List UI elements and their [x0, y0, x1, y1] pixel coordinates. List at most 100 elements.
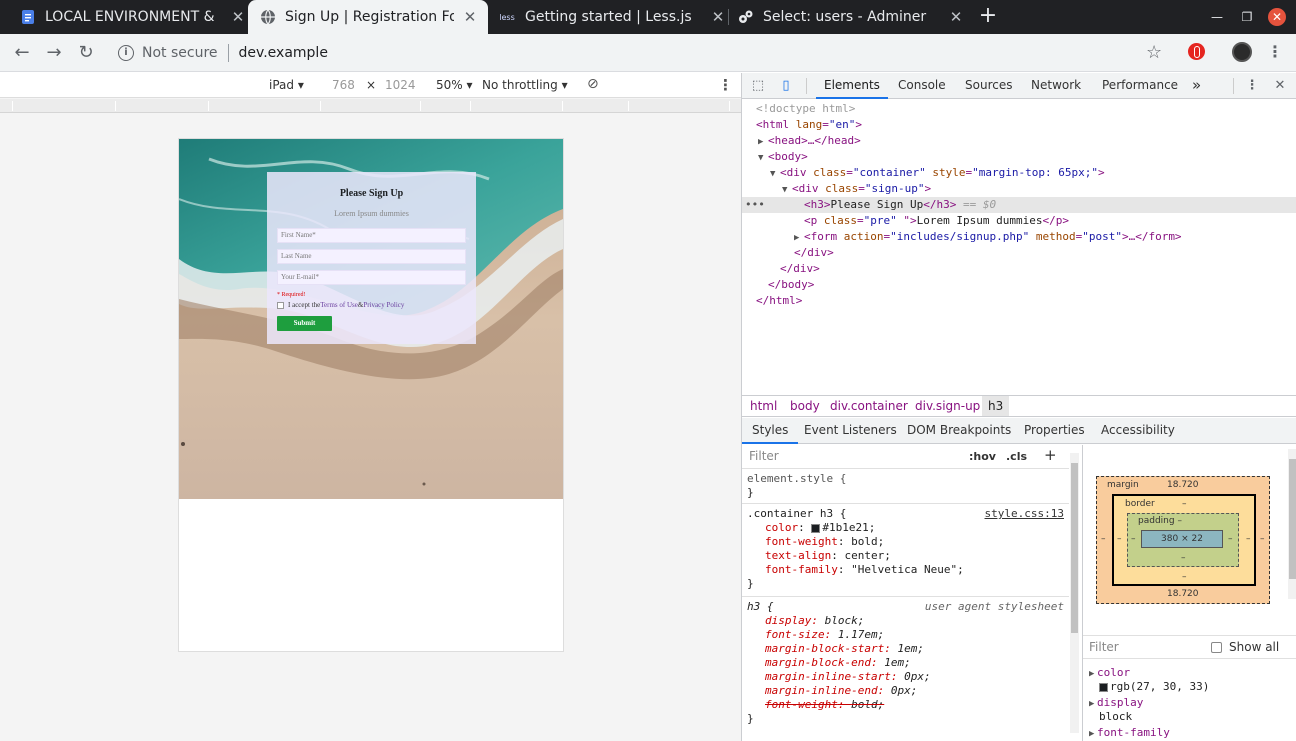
last-name-input[interactable]: Last Name [277, 249, 466, 264]
bookmark-star-icon[interactable]: ☆ [1146, 42, 1162, 63]
profile-avatar[interactable] [1232, 42, 1252, 62]
rule-selector[interactable]: element.style { [747, 472, 846, 486]
crumb-signup[interactable]: div.sign-up [915, 399, 980, 413]
dom-line-body-close[interactable]: </body> [742, 277, 1296, 293]
box-margin[interactable]: margin 18.720 18.720 – – border – – – – … [1096, 476, 1270, 604]
padding-right-value[interactable]: – [1228, 534, 1233, 544]
more-tabs-icon[interactable]: » [1192, 73, 1201, 99]
collapse-arrow-icon[interactable]: ▼ [782, 182, 792, 198]
accept-checkbox[interactable] [277, 301, 284, 309]
box-content-size[interactable]: 380 × 22 [1141, 530, 1223, 548]
rule-prop[interactable]: color: #1b1e21; [765, 521, 875, 535]
terms-link[interactable]: Terms of Use [320, 301, 358, 309]
border-top-value[interactable]: – [1182, 499, 1187, 509]
tab-network[interactable]: Network [1031, 73, 1081, 99]
close-tab-icon[interactable]: ✕ [230, 9, 246, 25]
tab-less[interactable]: less Getting started | Less.js ✕ [498, 0, 726, 34]
tab-elements[interactable]: Elements [816, 73, 888, 99]
dom-line-html[interactable]: <html lang="en"> [742, 117, 1296, 133]
dom-line-h3-selected[interactable]: ••• <h3>Please Sign Up</h3> == $0 [742, 197, 1296, 213]
padding-left-value[interactable]: – [1131, 534, 1136, 544]
expand-arrow-icon[interactable]: ▶ [794, 230, 804, 246]
more-actions-icon[interactable]: ••• [745, 197, 765, 213]
margin-right-value[interactable]: – [1260, 534, 1265, 544]
expand-arrow-icon[interactable]: ▶ [758, 134, 768, 150]
subtab-event-listeners[interactable]: Event Listeners [804, 418, 897, 444]
inspect-element-icon[interactable]: ⬚ [750, 78, 766, 94]
border-bottom-value[interactable]: – [1182, 572, 1187, 582]
tab-console[interactable]: Console [898, 73, 946, 99]
device-menu-icon[interactable]: ⋮ [718, 76, 733, 94]
dom-line-div-close[interactable]: </div> [742, 261, 1296, 277]
browser-menu-icon[interactable]: ⋮ [1265, 42, 1285, 62]
dom-line-html-close[interactable]: </html> [742, 293, 1296, 309]
margin-top-value[interactable]: 18.720 [1167, 480, 1199, 490]
styles-scrollbar[interactable] [1070, 453, 1079, 733]
device-toggle-icon[interactable]: ▯ [778, 78, 794, 94]
dom-line-div-close[interactable]: </div> [742, 245, 1296, 261]
computed-filter-input[interactable]: Filter [1089, 640, 1119, 654]
border-right-value[interactable]: – [1246, 534, 1251, 544]
email-input[interactable]: Your E-mail* [277, 270, 466, 285]
minimize-window-icon[interactable]: — [1208, 8, 1226, 26]
crumb-body[interactable]: body [790, 399, 820, 413]
margin-left-value[interactable]: – [1101, 534, 1106, 544]
collapse-arrow-icon[interactable]: ▼ [758, 150, 768, 166]
computed-prop[interactable]: ▶ display [1089, 696, 1143, 709]
devtools-close-icon[interactable]: ✕ [1272, 78, 1288, 94]
close-tab-icon[interactable]: ✕ [462, 9, 478, 25]
computed-prop[interactable]: ▶ color [1089, 666, 1130, 679]
width-field[interactable]: 768 [332, 78, 355, 92]
boxmodel-scrollbar[interactable] [1288, 449, 1296, 599]
restore-window-icon[interactable]: ❐ [1238, 8, 1256, 26]
back-arrow-icon[interactable]: ← [10, 41, 34, 65]
dom-line-container[interactable]: ▼ <div class="container" style="margin-to… [742, 165, 1296, 181]
rule-prop[interactable]: font-family: "Helvetica Neue"; [765, 563, 964, 577]
show-all-checkbox[interactable] [1211, 642, 1222, 653]
tab-sign-up[interactable]: Sign Up | Registration For ✕ [248, 0, 488, 34]
info-icon[interactable]: i [118, 45, 134, 61]
padding-bottom-value[interactable]: – [1181, 553, 1186, 563]
tab-sources[interactable]: Sources [965, 73, 1012, 99]
subtab-styles[interactable]: Styles [742, 418, 799, 444]
new-rule-icon[interactable]: + [1044, 446, 1057, 464]
styles-filter-input[interactable]: Filter [746, 447, 958, 466]
throttle-select[interactable]: No throttling ▾ [482, 78, 568, 92]
rotate-icon[interactable]: ⊘ [587, 76, 599, 92]
computed-prop[interactable]: ▶ font-family [1089, 726, 1170, 739]
close-window-icon[interactable]: ✕ [1268, 8, 1286, 26]
rule-source-link[interactable]: style.css:13 [985, 507, 1064, 520]
dom-line-head[interactable]: ▶ <head>…</head> [742, 133, 1296, 149]
subtab-dom-breakpoints[interactable]: DOM Breakpoints [907, 418, 1011, 444]
margin-bottom-value[interactable]: 18.720 [1167, 589, 1199, 599]
new-tab-button[interactable]: + [977, 5, 999, 28]
url-text[interactable]: dev.example [239, 45, 328, 61]
tab-local-environment[interactable]: LOCAL ENVIRONMENT & ✕ [10, 0, 246, 34]
rule-selector[interactable]: .container h3 { [747, 507, 846, 521]
tab-performance[interactable]: Performance [1102, 73, 1178, 99]
cls-toggle[interactable]: .cls [1006, 450, 1027, 463]
privacy-link[interactable]: Privacy Policy [363, 301, 404, 309]
dom-line-doctype[interactable]: <!doctype html> [742, 101, 1296, 117]
dom-line-body[interactable]: ▼ <body> [742, 149, 1296, 165]
reload-icon[interactable]: ↻ [74, 41, 98, 65]
hov-toggle[interactable]: :hov [969, 450, 996, 463]
crumb-html[interactable]: html [750, 399, 777, 413]
crumb-container[interactable]: div.container [830, 399, 908, 413]
dom-line-form[interactable]: ▶ <form action="includes/signup.php" meth… [742, 229, 1296, 245]
collapse-arrow-icon[interactable]: ▼ [770, 166, 780, 182]
subtab-properties[interactable]: Properties [1024, 418, 1085, 444]
submit-button[interactable]: Submit [277, 316, 332, 331]
devtools-menu-icon[interactable]: ⋮ [1244, 78, 1260, 94]
box-border[interactable]: border – – – – padding – – – – 380 × 22 [1112, 494, 1256, 586]
close-tab-icon[interactable]: ✕ [948, 9, 964, 25]
rule-prop[interactable]: font-weight: bold; [765, 535, 884, 549]
color-swatch[interactable] [811, 523, 821, 533]
zoom-select[interactable]: 50% ▾ [436, 78, 473, 92]
border-left-value[interactable]: – [1117, 534, 1122, 544]
dom-line-signup[interactable]: ▼ <div class="sign-up"> [742, 181, 1296, 197]
forward-arrow-icon[interactable]: → [42, 41, 66, 65]
dom-line-p[interactable]: <p class="pre" ">Lorem Ipsum dummies</p> [742, 213, 1296, 229]
extension-icon[interactable] [1188, 43, 1205, 60]
box-padding[interactable]: padding – – – – 380 × 22 [1127, 513, 1239, 567]
